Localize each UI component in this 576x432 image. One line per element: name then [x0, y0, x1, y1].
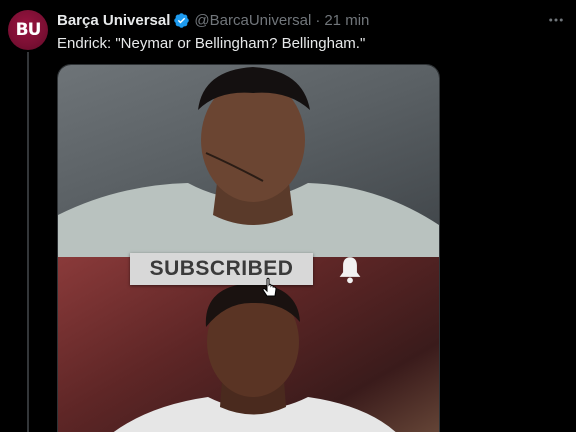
more-icon[interactable]: [546, 10, 566, 30]
avatar[interactable]: BU: [8, 10, 48, 50]
thread-line: [27, 52, 29, 432]
user-handle[interactable]: @BarcaUniversal: [194, 12, 311, 29]
display-name[interactable]: Barça Universal: [57, 12, 170, 29]
tweet-media[interactable]: SUBSCRIBED: [57, 64, 440, 432]
cursor-icon: [261, 277, 279, 299]
verified-badge-icon: [173, 12, 190, 29]
media-top-photo: [58, 65, 439, 257]
separator-dot: ·: [315, 11, 321, 29]
tweet-card[interactable]: BU Barça Universal @BarcaUniversal · 21 …: [0, 0, 576, 432]
tweet-text: Endrick: "Neymar or Bellingham? Bellingh…: [57, 35, 366, 52]
timestamp[interactable]: 21 min: [324, 12, 369, 29]
bell-icon: [336, 255, 364, 285]
tweet-header: Barça Universal @BarcaUniversal · 21 min: [57, 10, 369, 30]
subscribed-banner: SUBSCRIBED: [130, 253, 313, 285]
